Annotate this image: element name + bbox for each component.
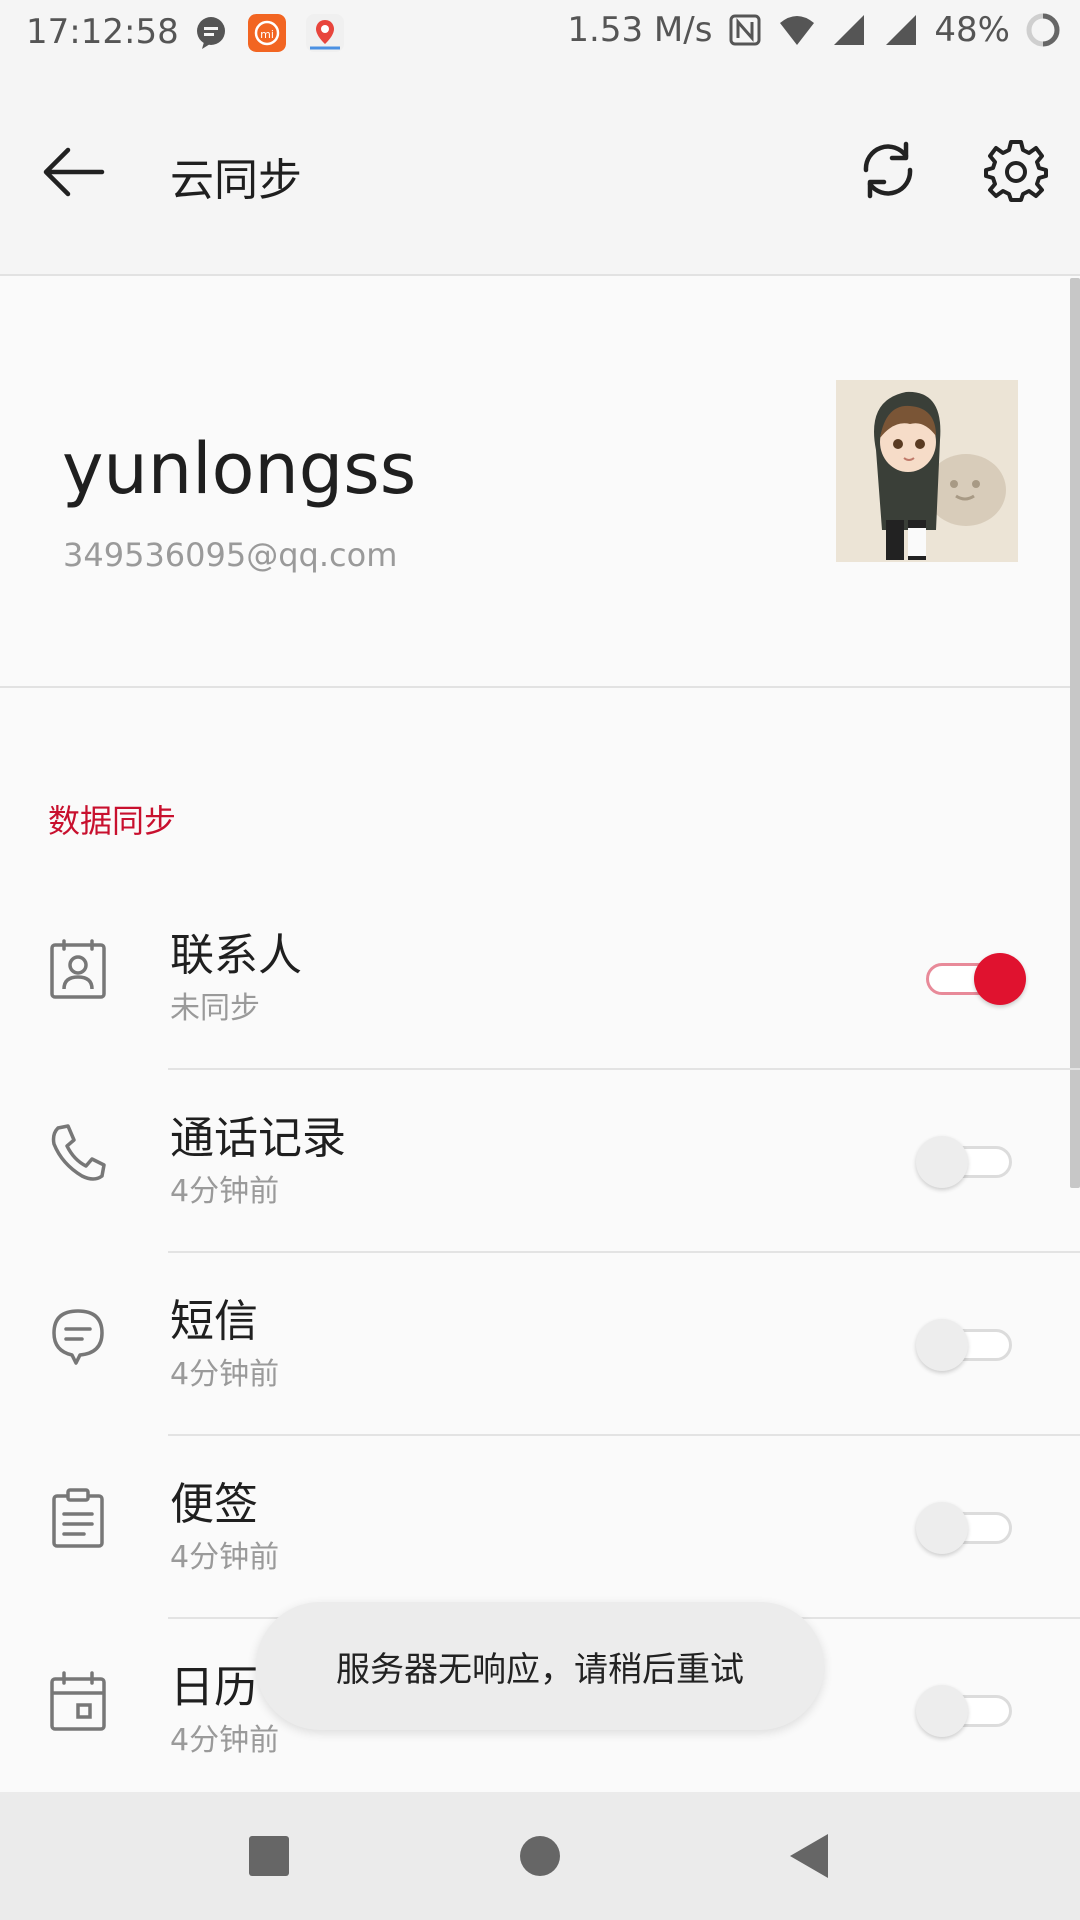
status-bar: 17:12:58 mi 1.53 M/s 48% xyxy=(0,0,1080,64)
recent-apps-icon[interactable] xyxy=(241,1828,297,1884)
phone-icon xyxy=(51,1124,106,1181)
toggle-thumb xyxy=(916,1319,968,1371)
sync-item-subtitle: 4分钟前 xyxy=(170,1723,280,1758)
sync-item-title: 日历 xyxy=(170,1662,258,1713)
avatar[interactable] xyxy=(836,380,1018,562)
toast-message: 服务器无响应，请稍后重试 xyxy=(256,1602,824,1730)
toggle-thumb xyxy=(916,1685,968,1737)
contacts-toggle[interactable] xyxy=(916,949,1026,1009)
mi-app-notification-icon: mi xyxy=(248,14,286,52)
signal-icon-1 xyxy=(834,15,865,45)
section-header-data-sync: 数据同步 xyxy=(48,802,177,840)
sync-item-subtitle: 4分钟前 xyxy=(170,1174,280,1209)
gear-icon[interactable] xyxy=(984,138,1048,202)
account-username: yunlongss xyxy=(62,428,417,510)
calendar-toggle[interactable] xyxy=(916,1681,1026,1741)
sync-item-notes[interactable]: 便签 4分钟前 xyxy=(0,1436,1080,1619)
calendar-icon xyxy=(50,1671,106,1731)
account-email: 349536095@qq.com xyxy=(63,536,398,574)
account-card[interactable]: yunlongss 349536095@qq.com xyxy=(0,278,1080,688)
navigation-bar xyxy=(0,1792,1080,1920)
nfc-icon xyxy=(729,14,761,46)
back-arrow-icon[interactable] xyxy=(40,142,106,202)
message-icon xyxy=(52,1309,104,1365)
sms-toggle[interactable] xyxy=(916,1315,1026,1375)
contacts-icon xyxy=(50,939,106,999)
page-title: 云同步 xyxy=(170,155,302,206)
sync-item-subtitle: 4分钟前 xyxy=(170,1540,280,1575)
sync-item-title: 短信 xyxy=(170,1296,258,1347)
back-nav-icon[interactable] xyxy=(782,1828,838,1884)
sync-item-subtitle: 4分钟前 xyxy=(170,1357,280,1392)
toggle-thumb xyxy=(916,1502,968,1554)
sync-item-title: 便签 xyxy=(170,1479,258,1530)
chat-notification-icon xyxy=(197,17,225,49)
home-icon[interactable] xyxy=(512,1828,568,1884)
map-notification-icon xyxy=(306,14,344,52)
battery-percent: 48% xyxy=(934,10,1010,50)
battery-ring-icon xyxy=(1026,13,1060,47)
sync-item-call-log[interactable]: 通话记录 4分钟前 xyxy=(0,1070,1080,1253)
notes-toggle[interactable] xyxy=(916,1498,1026,1558)
sync-item-subtitle: 未同步 xyxy=(170,991,260,1026)
note-icon xyxy=(52,1488,104,1548)
sync-item-title: 通话记录 xyxy=(170,1113,346,1164)
sync-item-contacts[interactable]: 联系人 未同步 xyxy=(0,887,1080,1070)
sync-icon[interactable] xyxy=(856,138,920,202)
app-bar: 云同步 xyxy=(0,64,1080,276)
call-log-toggle[interactable] xyxy=(916,1132,1026,1192)
toggle-thumb xyxy=(916,1136,968,1188)
signal-icon-2 xyxy=(886,15,917,45)
toggle-thumb xyxy=(974,953,1026,1005)
svg-text:mi: mi xyxy=(260,28,274,41)
wifi-icon xyxy=(780,16,815,45)
sync-item-sms[interactable]: 短信 4分钟前 xyxy=(0,1253,1080,1436)
status-time: 17:12:58 xyxy=(26,12,179,52)
status-right-group: 1.53 M/s 48% xyxy=(567,10,1062,50)
sync-item-title: 联系人 xyxy=(170,930,302,981)
network-speed: 1.53 M/s xyxy=(567,10,713,50)
